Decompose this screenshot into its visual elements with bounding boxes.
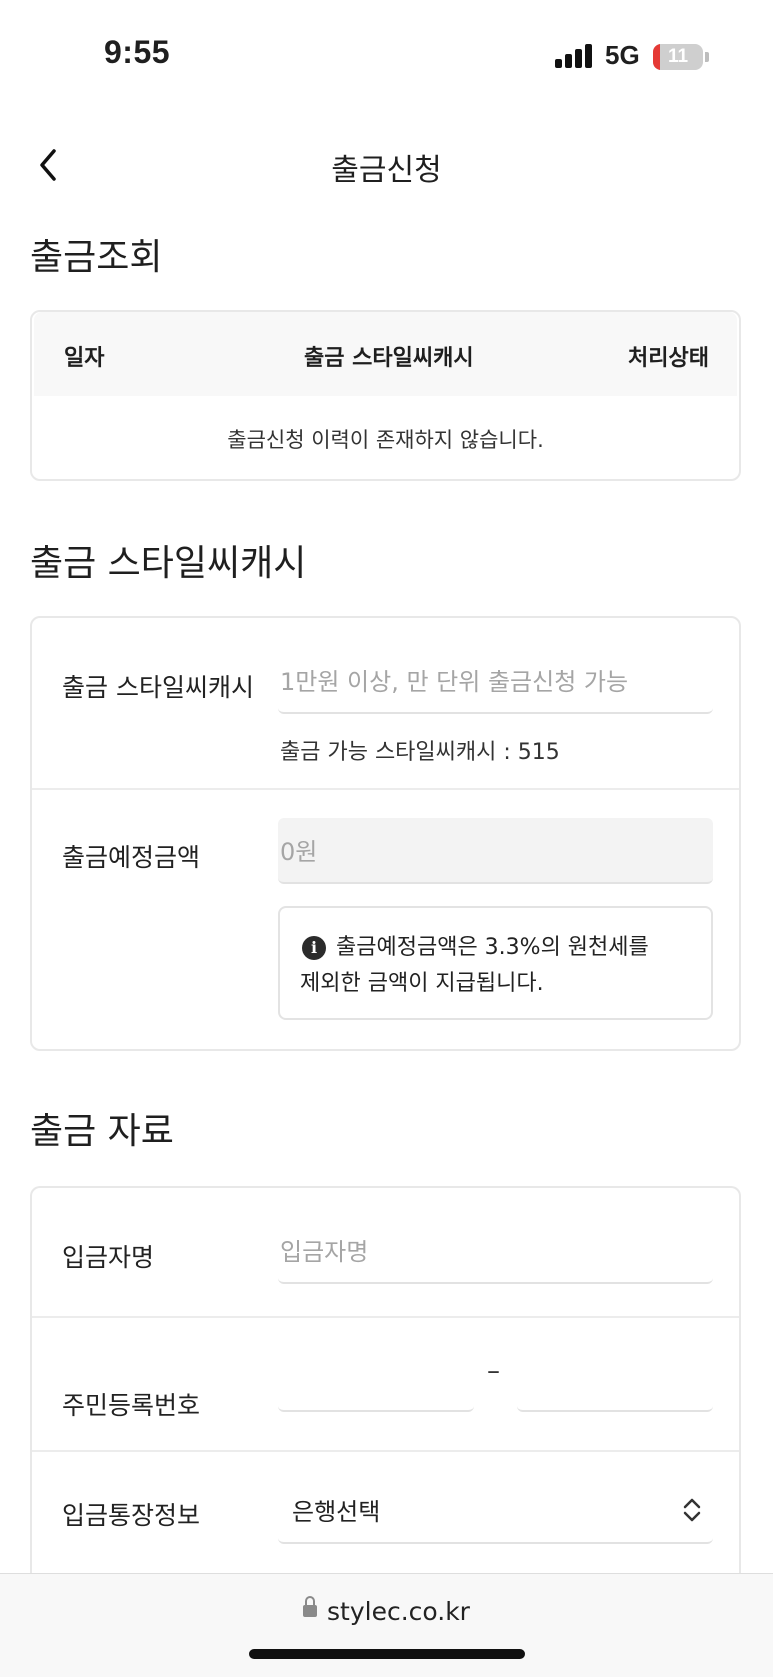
table-header: 일자 출금 스타일씨캐시 처리상태 (34, 312, 737, 396)
cash-amount-input[interactable]: 1만원 이상, 만 단위 출금신청 가능 (278, 648, 713, 714)
cash-amount-placeholder: 1만원 이상, 만 단위 출금신청 가능 (280, 668, 629, 696)
notice-text: 출금예정금액은 3.3%의 원천세를 제외한 금액이 지급됩니다. (300, 935, 649, 996)
column-date: 일자 (64, 346, 105, 371)
expected-amount-value: 0원 (280, 838, 318, 866)
bank-label: 입금통장정보 (62, 1501, 201, 1530)
cash-card: 출금 스타일씨캐시 1만원 이상, 만 단위 출금신청 가능 출금 가능 스타일… (30, 616, 741, 1051)
rrn-label: 주민등록번호 (62, 1391, 201, 1420)
account-section-title: 출금 자료 (30, 1111, 174, 1152)
history-section-title: 출금조회 (30, 237, 163, 278)
chevron-updown-icon (683, 1498, 701, 1522)
available-cash-text: 출금 가능 스타일씨캐시 : 515 (280, 740, 560, 765)
column-cash: 출금 스타일씨캐시 (304, 346, 474, 371)
battery-level: 11 (667, 46, 689, 67)
divider (32, 1316, 739, 1318)
status-time: 9:55 (104, 34, 171, 70)
divider (32, 788, 739, 790)
depositor-label: 입금자명 (62, 1243, 155, 1272)
battery-icon: 11 (653, 44, 703, 70)
account-card: 입금자명 입금자명 주민등록번호 – 입금통장정보 은행선택 (30, 1186, 741, 1586)
bank-select[interactable]: 은행선택 (278, 1478, 713, 1544)
rrn-back-input[interactable] (517, 1346, 713, 1412)
cash-amount-label: 출금 스타일씨캐시 (62, 673, 254, 702)
divider (32, 1450, 739, 1452)
lock-icon (303, 1596, 318, 1617)
home-indicator[interactable] (249, 1649, 525, 1659)
url-text: stylec.co.kr (327, 1597, 470, 1626)
column-status: 처리상태 (628, 346, 709, 371)
network-type: 5G (605, 40, 640, 70)
history-table: 일자 출금 스타일씨캐시 처리상태 출금신청 이력이 존재하지 않습니다. (30, 310, 741, 481)
depositor-input[interactable]: 입금자명 (278, 1218, 713, 1284)
expected-amount-field: 0원 (278, 818, 713, 884)
battery-cap (705, 52, 709, 62)
rrn-front-input[interactable] (278, 1346, 474, 1412)
cash-section-title: 출금 스타일씨캐시 (30, 543, 307, 584)
page-title: 출금신청 (331, 153, 442, 188)
bank-select-value: 은행선택 (292, 1498, 381, 1526)
empty-message: 출금신청 이력이 존재하지 않습니다. (227, 428, 544, 452)
withholding-notice: i 출금예정금액은 3.3%의 원천세를 제외한 금액이 지급됩니다. (278, 906, 713, 1020)
depositor-placeholder: 입금자명 (280, 1238, 369, 1266)
signal-icon (555, 44, 595, 68)
rrn-separator: – (487, 1356, 500, 1386)
url-bar[interactable]: stylec.co.kr (0, 1596, 773, 1626)
expected-amount-label: 출금예정금액 (62, 843, 201, 872)
